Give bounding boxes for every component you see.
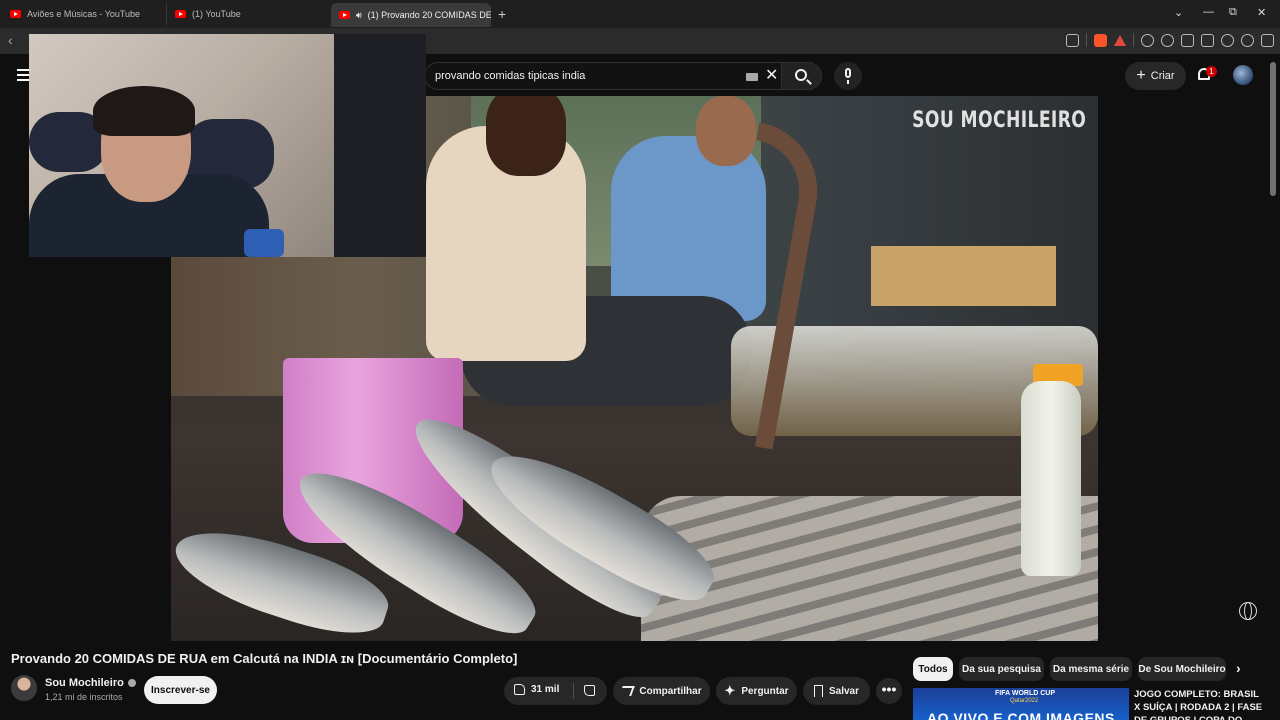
plus-icon: + xyxy=(1136,67,1146,84)
webcam-overlay xyxy=(29,34,426,257)
browser-tab-1[interactable]: Aviões e Músicas - YouTube xyxy=(2,3,162,25)
maximize-button[interactable]: ⧉ xyxy=(1229,6,1237,19)
subscriber-count: 1,21 mi de inscritos xyxy=(45,692,123,702)
channel-watermark: SOU MOCHILEIRO xyxy=(911,108,1086,133)
recommendation-title[interactable]: JOGO COMPLETO: BRASIL X SUÍÇA | RODADA 2… xyxy=(1134,688,1264,720)
search-query: provando comidas tipicas india xyxy=(435,70,586,82)
thumb-badge-sub: Qatar2022 xyxy=(1010,698,1039,704)
chip-from-channel[interactable]: De Sou Mochileiro xyxy=(1138,657,1226,681)
tab-label: (1) Provando 20 COMIDAS DE xyxy=(367,10,491,20)
dislike-button[interactable] xyxy=(584,685,595,696)
voice-search-button[interactable] xyxy=(834,62,862,90)
browser-tab-2[interactable]: (1) YouTube xyxy=(166,3,326,25)
tab-label: Aviões e Músicas - YouTube xyxy=(27,9,141,19)
ai-icon[interactable] xyxy=(1221,33,1234,47)
search-button[interactable] xyxy=(782,62,822,90)
video-box xyxy=(871,246,1056,306)
webcam-dark-area xyxy=(334,34,426,257)
ask-label: Perguntar xyxy=(741,685,789,697)
video-title: Provando 20 COMIDAS DE RUA em Calcutá na… xyxy=(11,651,518,666)
share-icon xyxy=(619,686,636,696)
search-icon xyxy=(795,69,807,81)
globe-icon[interactable] xyxy=(1239,602,1257,620)
music-icon[interactable] xyxy=(1161,33,1174,47)
channel-avatar[interactable] xyxy=(11,675,37,701)
account-avatar[interactable] xyxy=(1233,65,1253,85)
toolbar-divider xyxy=(1133,33,1134,47)
toolbar-divider xyxy=(1086,33,1087,47)
subscribe-button[interactable]: Inscrever-se xyxy=(144,676,217,704)
recommendation-thumbnail[interactable]: FIFA WORLD CUP Qatar2022 AO VIVO E COM I… xyxy=(913,688,1129,720)
youtube-favicon-icon xyxy=(339,11,350,19)
create-button[interactable]: + Criar xyxy=(1125,62,1186,90)
chevron-right-icon[interactable]: › xyxy=(1236,660,1241,676)
verified-icon xyxy=(127,679,136,688)
share-button[interactable]: Compartilhar xyxy=(613,677,710,705)
wallet-icon[interactable] xyxy=(1201,33,1214,47)
thumbs-down-icon xyxy=(584,685,595,696)
save-label: Salvar xyxy=(828,685,860,697)
tab-label: (1) YouTube xyxy=(192,9,241,19)
like-divider xyxy=(573,683,574,699)
keyboard-icon[interactable] xyxy=(746,73,758,81)
webcam-person-hair xyxy=(93,86,195,136)
clear-search-icon[interactable]: ✕ xyxy=(765,67,778,85)
new-tab-button[interactable]: + xyxy=(498,6,506,22)
youtube-favicon-icon xyxy=(10,10,21,18)
save-button[interactable]: Salvar xyxy=(803,677,870,705)
extension-icons xyxy=(1066,33,1274,47)
thumbs-up-icon xyxy=(514,684,525,695)
brave-rewards-icon[interactable] xyxy=(1114,34,1126,46)
extensions-icon[interactable] xyxy=(1141,33,1154,47)
thumb-badge: FIFA WORLD CUP xyxy=(995,690,1056,697)
ask-button[interactable]: ✦ Perguntar xyxy=(716,677,797,705)
share-label: Compartilhar xyxy=(639,685,702,697)
back-icon[interactable]: ‹ xyxy=(8,32,13,48)
brave-shield-icon[interactable] xyxy=(1094,33,1107,47)
create-label: Criar xyxy=(1150,70,1175,82)
webcam-chair xyxy=(244,229,284,257)
video-bottle xyxy=(1021,381,1081,576)
like-button[interactable]: 31 mil xyxy=(514,684,559,695)
chip-from-search[interactable]: Da sua pesquisa xyxy=(959,657,1044,681)
speaker-icon: 🔊︎ xyxy=(356,9,362,20)
minimize-button[interactable]: — xyxy=(1203,6,1214,18)
sidebar-icon[interactable] xyxy=(1181,33,1194,47)
channel-name[interactable]: Sou Mochileiro xyxy=(45,677,136,689)
notification-badge: 1 xyxy=(1206,66,1217,77)
like-count: 31 mil xyxy=(531,684,560,695)
page-scrollbar[interactable] xyxy=(1270,62,1276,196)
vpn-icon[interactable] xyxy=(1241,33,1254,47)
menu-icon[interactable] xyxy=(1261,33,1274,47)
more-actions-button[interactable]: ••• xyxy=(876,678,902,704)
cast-icon[interactable] xyxy=(1066,33,1079,47)
search-input[interactable]: provando comidas tipicas india ✕ xyxy=(424,62,782,90)
microphone-icon xyxy=(845,68,851,84)
tab-search-icon[interactable]: ⌄ xyxy=(1174,6,1183,19)
thumb-text: AO VIVO E COM IMAGENS xyxy=(927,710,1115,720)
like-dislike-group: 31 mil xyxy=(504,677,607,705)
browser-tab-active[interactable]: 🔊︎ (1) Provando 20 COMIDAS DE ✕ xyxy=(331,3,491,27)
bookmark-icon xyxy=(813,685,823,697)
chip-all[interactable]: Todos xyxy=(913,657,953,681)
close-window-button[interactable]: ✕ xyxy=(1257,6,1266,19)
screen: Aviões e Músicas - YouTube (1) YouTube 🔊… xyxy=(0,0,1280,720)
video-man-head xyxy=(486,96,566,176)
browser-tab-strip: Aviões e Músicas - YouTube (1) YouTube 🔊… xyxy=(0,0,1280,28)
channel-name-text: Sou Mochileiro xyxy=(45,677,124,689)
chip-same-series[interactable]: Da mesma série xyxy=(1050,657,1132,681)
video-man-head xyxy=(696,96,756,166)
youtube-favicon-icon xyxy=(175,10,186,18)
sparkle-icon: ✦ xyxy=(724,683,736,698)
